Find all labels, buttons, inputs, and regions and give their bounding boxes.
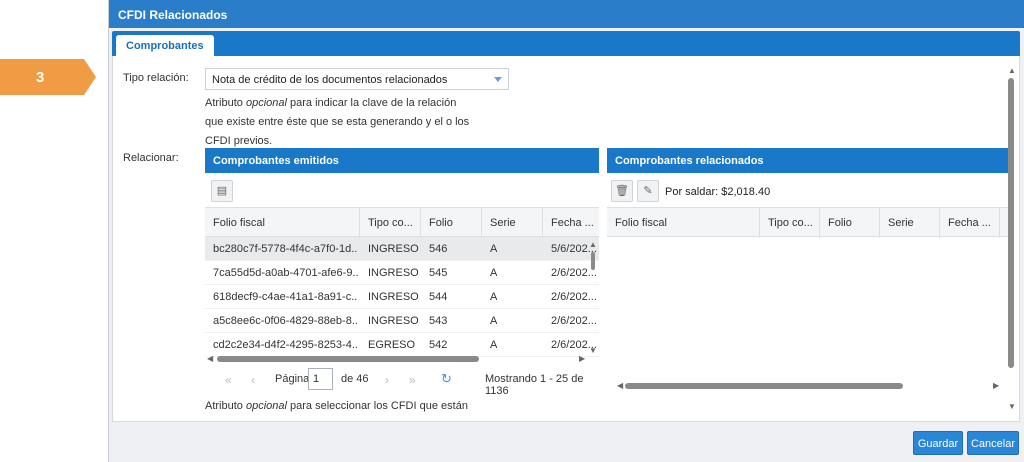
- col-folio-fiscal[interactable]: Folio fiscal: [607, 208, 760, 238]
- chevron-down-icon: [494, 77, 502, 82]
- scroll-up-icon[interactable]: ▲: [1008, 66, 1016, 75]
- refresh-icon[interactable]: ↻: [441, 371, 452, 387]
- step-number: 3: [36, 68, 45, 86]
- next-page-button[interactable]: ›: [385, 373, 389, 387]
- tab-bar: Comprobantes: [112, 31, 1020, 57]
- cell-tipo: INGRESO: [368, 315, 419, 327]
- first-page-button[interactable]: «: [225, 373, 232, 387]
- cell-tipo: INGRESO: [368, 243, 419, 255]
- relacionar-label: Relacionar:: [123, 152, 179, 164]
- cell-folio: 542: [429, 339, 448, 351]
- relacionar-help-em: opcional: [245, 400, 287, 412]
- add-document-icon[interactable]: ▤: [211, 180, 233, 202]
- tab-comprobantes[interactable]: Comprobantes: [116, 35, 214, 57]
- col-fecha[interactable]: Fecha ...: [940, 208, 1000, 238]
- scroll-up-icon[interactable]: ▲: [589, 240, 597, 249]
- pager-summary: Mostrando 1 - 25 de 1136: [485, 373, 584, 397]
- cell-serie: A: [490, 315, 498, 327]
- col-tipo[interactable]: Tipo co...: [760, 208, 820, 238]
- table-row[interactable]: 618decf9-c4ae-41a1-8a91-c... INGRESO 544…: [205, 285, 599, 309]
- cell-serie: A: [490, 339, 498, 351]
- table-row[interactable]: a5c8ee6c-0f06-4829-88eb-8... INGRESO 543…: [205, 309, 599, 333]
- dialog-footer: Guardar Cancelar: [109, 422, 1024, 462]
- emitidos-pager: « ‹ Página 1 de 46 › » ↻ Mostrando 1 - 2…: [213, 368, 603, 397]
- scroll-left-icon[interactable]: ◀: [617, 381, 623, 390]
- step-badge: 3: [0, 59, 96, 95]
- cell-fecha: 2/6/202...: [551, 315, 597, 327]
- save-button[interactable]: Guardar: [913, 431, 963, 455]
- col-tipo[interactable]: Tipo co...: [360, 208, 421, 238]
- hscroll-thumb[interactable]: [217, 356, 479, 362]
- cell-folio-fiscal: cd2c2e34-d4f2-4295-8253-4...: [213, 339, 358, 351]
- tipo-relacion-select[interactable]: Nota de crédito de los documentos relaci…: [205, 68, 509, 90]
- tipo-help-em: opcional: [245, 97, 287, 109]
- page-of-label: de 46: [341, 373, 369, 385]
- table-row[interactable]: 7ca55d5d-a0ab-4701-afe6-9... INGRESO 545…: [205, 261, 599, 285]
- cell-folio: 544: [429, 291, 448, 303]
- relacionados-hscroll[interactable]: ◀ ▶: [607, 381, 1009, 391]
- cell-tipo: EGRESO: [368, 339, 416, 351]
- cell-folio: 545: [429, 267, 448, 279]
- relacionados-grid-header: Folio fiscal Tipo co... Folio Serie Fech…: [607, 207, 1009, 238]
- col-serie[interactable]: Serie: [482, 208, 543, 238]
- cell-folio-fiscal: a5c8ee6c-0f06-4829-88eb-8...: [213, 315, 358, 327]
- cell-folio-fiscal: 618decf9-c4ae-41a1-8a91-c...: [213, 291, 358, 303]
- por-saldar-label: Por saldar: $2,018.40: [665, 186, 771, 198]
- scroll-right-icon[interactable]: ▶: [993, 381, 999, 390]
- cfdi-relacionados-dialog: CFDI Relacionados Comprobantes Tipo rela…: [108, 0, 1024, 462]
- tipo-relacion-label: Tipo relación:: [123, 72, 189, 84]
- scroll-left-icon[interactable]: ◀: [207, 354, 213, 363]
- cell-tipo: INGRESO: [368, 267, 419, 279]
- relacionar-help: Atributo opcional para seleccionar los C…: [205, 400, 468, 412]
- emitidos-panel: Comprobantes emitidos ▤ Folio fiscal Tip…: [205, 148, 599, 393]
- col-folio[interactable]: Folio: [421, 208, 482, 238]
- col-serie[interactable]: Serie: [880, 208, 940, 238]
- relacionados-title: Comprobantes relacionados: [607, 148, 1009, 173]
- relacionados-panel: Comprobantes relacionados 🗑 ✎ Por saldar…: [607, 148, 1009, 398]
- emitidos-grid-header: Folio fiscal Tipo co... Folio Serie Fech…: [205, 207, 599, 238]
- cell-folio: 546: [429, 243, 448, 255]
- cell-folio-fiscal: 7ca55d5d-a0ab-4701-afe6-9...: [213, 267, 358, 279]
- trash-icon[interactable]: 🗑: [611, 180, 633, 202]
- cell-fecha: 2/6/202...: [551, 267, 597, 279]
- cell-serie: A: [490, 291, 498, 303]
- cell-folio-fiscal: bc280c7f-5778-4f4c-a7f0-1d...: [213, 243, 358, 255]
- emitidos-title: Comprobantes emitidos: [205, 148, 599, 173]
- emitidos-hscroll[interactable]: ◀ ▶: [205, 354, 599, 364]
- table-row[interactable]: bc280c7f-5778-4f4c-a7f0-1d... INGRESO 54…: [205, 237, 599, 261]
- scroll-down-icon[interactable]: ▼: [1008, 402, 1016, 411]
- scroll-right-icon[interactable]: ▶: [579, 354, 585, 363]
- content-vscroll[interactable]: ▲ ▼: [1006, 66, 1018, 416]
- page-label: Página: [275, 373, 310, 385]
- cancel-button[interactable]: Cancelar: [967, 431, 1019, 455]
- cell-tipo: INGRESO: [368, 291, 419, 303]
- emitidos-toolbar: ▤: [205, 173, 599, 207]
- vscroll-thumb[interactable]: [1008, 78, 1014, 368]
- col-fecha[interactable]: Fecha ...: [543, 208, 599, 238]
- tipo-relacion-help: Atributo opcional para indicar la clave …: [205, 94, 475, 151]
- col-folio[interactable]: Folio: [820, 208, 880, 238]
- tipo-help-1: Atributo: [205, 97, 246, 109]
- hscroll-thumb[interactable]: [625, 383, 903, 389]
- dialog-title: CFDI Relacionados: [109, 0, 1024, 28]
- col-folio-fiscal[interactable]: Folio fiscal: [205, 208, 360, 238]
- relacionados-toolbar: 🗑 ✎ Por saldar: $2,018.40: [607, 173, 1009, 207]
- cell-serie: A: [490, 243, 498, 255]
- tipo-relacion-value: Nota de crédito de los documentos relaci…: [212, 74, 448, 86]
- last-page-button[interactable]: »: [409, 373, 416, 387]
- cell-folio: 543: [429, 315, 448, 327]
- emitidos-rows: bc280c7f-5778-4f4c-a7f0-1d... INGRESO 54…: [205, 237, 599, 357]
- edit-icon[interactable]: ✎: [637, 180, 659, 202]
- tab-content: Tipo relación: Nota de crédito de los do…: [112, 56, 1020, 422]
- cell-serie: A: [490, 267, 498, 279]
- page-input[interactable]: 1: [308, 368, 333, 390]
- relacionar-help-1: Atributo: [205, 400, 246, 412]
- relacionar-help-2: para seleccionar los CFDI que están: [286, 400, 468, 412]
- grid-vscroll-thumb[interactable]: [591, 252, 595, 270]
- prev-page-button[interactable]: ‹: [251, 373, 255, 387]
- cell-fecha: 2/6/202...: [551, 291, 597, 303]
